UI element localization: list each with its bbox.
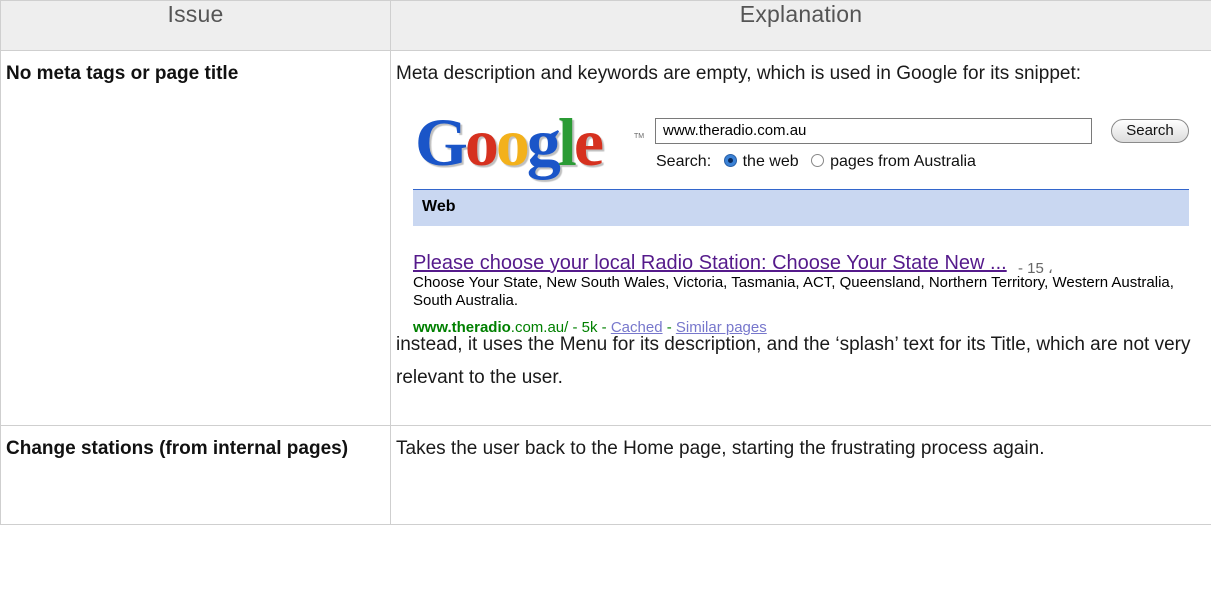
table-row: Change stations (from internal pages) Ta… xyxy=(0,425,1211,525)
search-scope-options: Search: the web pages from Australia xyxy=(656,152,976,172)
search-button[interactable]: Search xyxy=(1111,119,1189,143)
logo-letter: o xyxy=(464,104,499,180)
logo-letter: l xyxy=(557,104,577,180)
trademark-mark: TM xyxy=(634,133,645,140)
explanation-cell: Takes the user back to the Home page, st… xyxy=(390,425,1211,525)
similar-pages-link[interactable]: Similar pages xyxy=(676,319,767,336)
link-separator: - xyxy=(662,319,676,336)
results-bar: Web xyxy=(413,189,1189,226)
option-australia-label: pages from Australia xyxy=(830,153,976,170)
radio-australia-icon[interactable] xyxy=(811,154,825,167)
google-logo: Google xyxy=(415,102,604,182)
search-scope-label: Search: xyxy=(656,153,712,170)
explanation-cell: Meta description and keywords are empty,… xyxy=(390,50,1211,426)
header-explanation: Explanation xyxy=(390,0,1211,51)
logo-letter: e xyxy=(573,104,604,180)
result-url-line: www.theradio.com.au/ - 5k - Cached - Sim… xyxy=(413,311,767,344)
logo-letter: g xyxy=(526,104,561,180)
header-issue: Issue xyxy=(0,0,391,51)
logo-letter: o xyxy=(495,104,530,180)
issue-cell: Change stations (from internal pages) xyxy=(0,425,391,525)
google-snippet-screenshot: Google TM www.theradio.com.au Search Sea… xyxy=(413,102,1189,336)
logo-letter: G xyxy=(415,104,468,180)
radio-web-icon[interactable] xyxy=(723,154,737,167)
result-description: Choose Your State, New South Wales, Vict… xyxy=(413,274,1174,309)
search-input[interactable]: www.theradio.com.au xyxy=(655,118,1092,144)
header-row: Issue Explanation xyxy=(0,0,1211,51)
option-web-label: the web xyxy=(742,153,799,170)
issues-table: Issue Explanation No meta tags or page t… xyxy=(0,0,1211,525)
result-url-rest: .com.au/ - 5k - xyxy=(510,319,611,336)
issue-cell: No meta tags or page title xyxy=(0,50,391,426)
result-url-domain: www.theradio xyxy=(413,319,511,336)
table-row: No meta tags or page title Meta descript… xyxy=(0,50,1211,426)
cached-link[interactable]: Cached xyxy=(611,319,663,336)
explanation-intro: Meta description and keywords are empty,… xyxy=(396,63,1082,84)
